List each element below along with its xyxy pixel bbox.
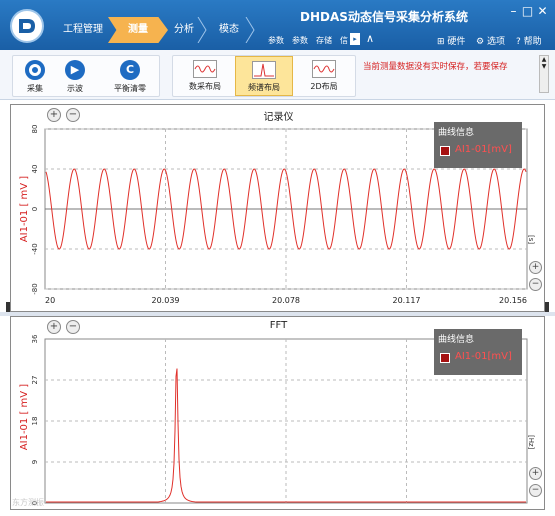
spectrum-layout-icon: [252, 61, 276, 79]
2d-layout-icon: [312, 60, 336, 78]
clear-icon: C: [120, 60, 140, 80]
recorder-panel: + − 记录仪 80 40 0 -40 -80 20 20.039 20.078 20.117 2…: [10, 104, 545, 312]
legend-title: 曲线信息: [438, 128, 475, 138]
ribbon-group-acquire: 采集 ▶ 示波 C 平衡清零: [12, 55, 160, 97]
x-zoom-out-icon[interactable]: −: [529, 484, 542, 497]
y-tick-label: 27: [31, 376, 39, 385]
recorder-x-unit: [s]: [527, 235, 535, 245]
play-icon: ▶: [65, 60, 85, 80]
gear-icon: ⚙: [476, 37, 485, 47]
x-tick-label: 20.039: [152, 296, 180, 305]
legend-label: AI1-01[mV]: [455, 351, 512, 362]
x-zoom-in-icon[interactable]: +: [529, 261, 542, 274]
fft-x-unit: [Hz]: [527, 435, 535, 450]
tab-separator-icon: [245, 17, 255, 43]
layout-spectrum-button[interactable]: 频谱布局: [235, 56, 293, 96]
y-tick-label: 36: [31, 334, 39, 343]
hardware-button[interactable]: ⊞ 硬件: [437, 34, 465, 47]
y-tick-label: 0: [31, 207, 39, 211]
tab-project[interactable]: 工程管理: [52, 17, 114, 43]
legend-swatch: [440, 146, 450, 156]
acquire-button[interactable]: 采集: [17, 56, 53, 96]
help-button[interactable]: ? 帮助: [516, 34, 542, 47]
y-tick-label: -80: [31, 283, 39, 294]
x-tick-label: 20.078: [272, 296, 300, 305]
hardware-icon: ⊞: [437, 37, 445, 47]
record-icon: [25, 60, 45, 80]
legend-title: 曲线信息: [438, 335, 475, 345]
app-title: DHDAS动态信号采集分析系统: [300, 10, 468, 24]
collapse-ribbon-icon[interactable]: ∧: [366, 32, 374, 45]
close-button[interactable]: ✕: [536, 5, 549, 18]
tab-measure[interactable]: 测量: [108, 17, 168, 43]
y-tick-label: 80: [31, 125, 39, 134]
ribbon: 采集 ▶ 示波 C 平衡清零 数采布局 频谱布局 2D布局 当前测量数据没有实时…: [0, 50, 555, 100]
y-tick-label: -40: [31, 243, 39, 254]
fft-y-label: AI1-01 [ mV ]: [19, 384, 30, 451]
x-zoom-in-icon[interactable]: +: [529, 467, 542, 480]
sub-link-params-2[interactable]: 参数: [292, 35, 308, 46]
oscilloscope-button[interactable]: ▶ 示波: [57, 56, 93, 96]
save-warning-message: 当前测量数据没有实时保存，若要保存: [363, 62, 508, 72]
recorder-legend: 曲线信息 AI1-01[mV]: [434, 122, 522, 168]
recorder-y-label: AI1-01 [ mV ]: [19, 176, 30, 243]
y-tick-label: 40: [31, 165, 39, 174]
fft-axis: 36271890: [31, 334, 39, 505]
app-logo-icon: [10, 9, 44, 43]
x-tick-label: 20.117: [393, 296, 421, 305]
legend-label: AI1-01[mV]: [455, 144, 512, 155]
ribbon-scroll[interactable]: ▲ ▼: [539, 55, 549, 93]
layout-2d-button[interactable]: 2D布局: [297, 56, 351, 96]
x-tick-label: 20: [45, 296, 55, 305]
minimize-button[interactable]: –: [507, 5, 520, 18]
maximize-button[interactable]: □: [521, 5, 534, 18]
x-zoom-out-icon[interactable]: −: [529, 278, 542, 291]
tab-separator-icon: [197, 17, 207, 43]
options-button[interactable]: ⚙ 选项: [476, 34, 505, 47]
x-tick-label: 20.156: [499, 296, 527, 305]
layout-daq-button[interactable]: 数采布局: [179, 56, 231, 96]
y-tick-label: 9: [31, 460, 39, 464]
overflow-arrow-icon[interactable]: ▸: [350, 33, 360, 45]
sub-link-storage[interactable]: 存储: [316, 35, 332, 46]
fft-legend: 曲线信息 AI1-01[mV]: [434, 329, 522, 375]
watermark: 东方测振: [12, 498, 44, 507]
sub-link-signal[interactable]: 信: [340, 35, 348, 46]
title-bar: 工程管理 测量 分析 模态 DHDAS动态信号采集分析系统 – □ ✕ 参数 参…: [0, 0, 555, 50]
sub-link-params[interactable]: 参数: [268, 35, 284, 46]
help-icon: ?: [516, 37, 521, 47]
fft-panel: + − FFT 36 27 18 9 0 AI1-01 [ mV ] 曲线信息 AI1-…: [10, 316, 545, 510]
balance-zero-button[interactable]: C 平衡清零: [105, 56, 155, 96]
ribbon-group-layout: 数采布局 频谱布局 2D布局: [172, 55, 356, 97]
y-tick-label: 18: [31, 417, 39, 426]
legend-swatch: [440, 353, 450, 363]
daq-layout-icon: [193, 60, 217, 78]
